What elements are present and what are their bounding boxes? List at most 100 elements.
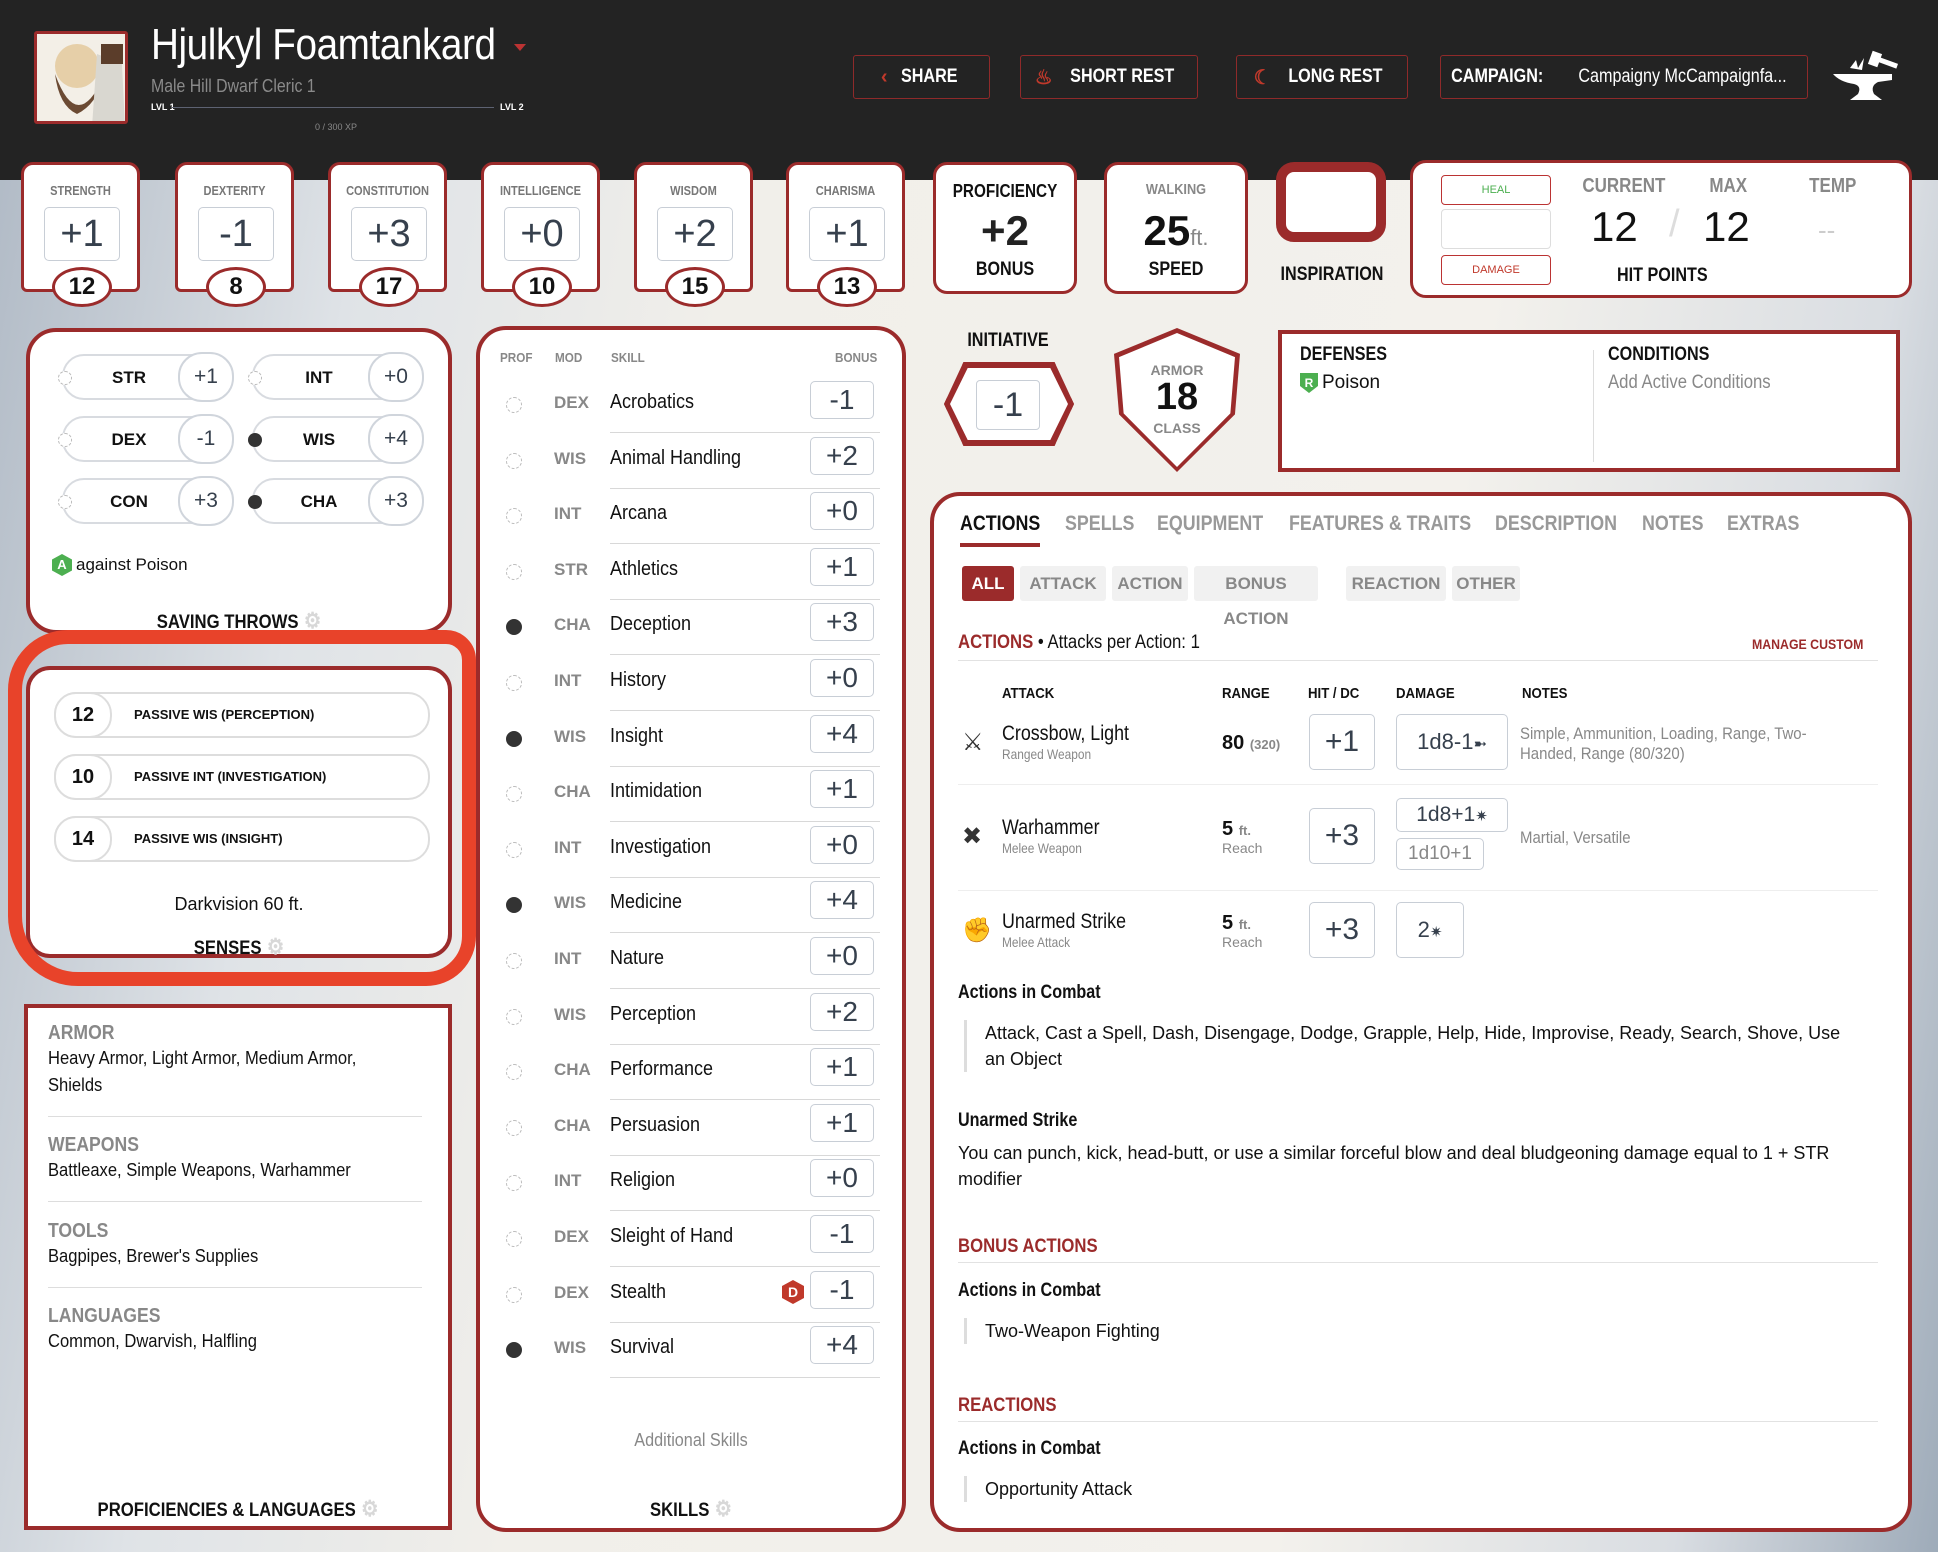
ability-strength[interactable]: STRENGTH +1 12 — [21, 162, 140, 307]
armor-class-shield[interactable]: ARMOR 18 CLASS — [1114, 328, 1240, 472]
heal-button[interactable]: HEAL — [1441, 175, 1551, 205]
skill-row[interactable]: WIS Animal Handling +2 — [496, 436, 880, 492]
bonus-action-item[interactable]: Two-Weapon Fighting — [964, 1318, 1160, 1344]
skill-bonus-button[interactable]: +2 — [810, 436, 874, 475]
skill-row[interactable]: DEX Stealth -1 — [496, 1270, 880, 1326]
ability-constitution[interactable]: CONSTITUTION +3 17 — [328, 162, 447, 307]
filter-other[interactable]: OTHER — [1452, 566, 1520, 601]
gear-icon[interactable]: ⚙ — [361, 1496, 378, 1521]
attack-hit-button[interactable]: +1 — [1309, 714, 1375, 770]
skill-bonus-button[interactable]: +0 — [810, 492, 874, 531]
share-button[interactable]: ‹ SHARE — [853, 55, 990, 99]
chevron-down-icon[interactable] — [514, 44, 526, 51]
skill-bonus-button[interactable]: +1 — [810, 1048, 874, 1087]
skill-row[interactable]: WIS Insight +4 — [496, 714, 880, 770]
tab-actions[interactable]: ACTIONS — [960, 512, 1040, 536]
saving-throw-cha[interactable]: CHA +3 — [248, 476, 424, 526]
skill-bonus-button[interactable]: +4 — [810, 1326, 874, 1365]
skill-name[interactable]: Perception — [610, 1003, 696, 1026]
initiative-value[interactable]: -1 — [976, 380, 1040, 430]
skill-name[interactable]: Athletics — [610, 558, 678, 581]
skill-name[interactable]: Animal Handling — [610, 447, 741, 470]
short-rest-button[interactable]: ♨ SHORT REST — [1020, 55, 1198, 99]
skill-bonus-button[interactable]: +0 — [810, 825, 874, 864]
tab-features-traits[interactable]: FEATURES & TRAITS — [1289, 512, 1471, 536]
skill-bonus-button[interactable]: +0 — [810, 1159, 874, 1198]
skill-row[interactable]: CHA Performance +1 — [496, 1048, 880, 1103]
speed-box[interactable]: WALKING 25ft. SPEED — [1104, 162, 1248, 294]
anvil-logo-icon[interactable] — [1830, 50, 1900, 110]
skill-row[interactable]: WIS Medicine +4 — [496, 881, 880, 936]
inspiration-toggle[interactable] — [1276, 162, 1386, 242]
skill-bonus-button[interactable]: +1 — [810, 770, 874, 809]
skill-name[interactable]: Persuasion — [610, 1114, 700, 1137]
attack-name[interactable]: Crossbow, Light — [1002, 722, 1129, 746]
attack-hit-button[interactable]: +3 — [1309, 902, 1375, 958]
skill-row[interactable]: CHA Deception +3 — [496, 603, 880, 658]
skill-name[interactable]: Medicine — [610, 891, 682, 914]
additional-skills-link[interactable]: Additional Skills — [498, 1430, 885, 1451]
tab-description[interactable]: DESCRIPTION — [1495, 512, 1617, 536]
skill-name[interactable]: History — [610, 669, 666, 692]
saving-throw-str[interactable]: STR +1 — [58, 352, 234, 402]
skill-row[interactable]: CHA Persuasion +1 — [496, 1103, 880, 1159]
saving-throw-dex[interactable]: DEX -1 — [58, 414, 234, 464]
skill-row[interactable]: INT Investigation +0 — [496, 825, 880, 881]
actions-in-combat-list[interactable]: Attack, Cast a Spell, Dash, Disengage, D… — [964, 1020, 1864, 1072]
attack-name[interactable]: Warhammer — [1002, 816, 1100, 840]
skill-name[interactable]: Arcana — [610, 502, 667, 525]
filter-action[interactable]: ACTION — [1112, 566, 1188, 601]
hp-change-input[interactable] — [1441, 209, 1551, 249]
skill-name[interactable]: Religion — [610, 1169, 675, 1192]
skill-bonus-button[interactable]: -1 — [810, 381, 874, 419]
gear-icon[interactable]: ⚙ — [304, 608, 321, 633]
filter-reaction[interactable]: REACTION — [1346, 566, 1446, 601]
defense-item[interactable]: R Poison — [1300, 372, 1380, 394]
ability-dexterity[interactable]: DEXTERITY -1 8 — [175, 162, 294, 307]
saving-throw-wis[interactable]: WIS +4 — [248, 414, 424, 464]
saving-throw-int[interactable]: INT +0 — [248, 352, 424, 402]
skill-row[interactable]: INT Religion +0 — [496, 1159, 880, 1214]
ability-wisdom[interactable]: WISDOM +2 15 — [634, 162, 753, 307]
character-avatar[interactable] — [34, 31, 128, 124]
skill-bonus-button[interactable]: +0 — [810, 937, 874, 975]
attack-hit-button[interactable]: +3 — [1309, 808, 1375, 864]
skill-bonus-button[interactable]: +0 — [810, 659, 874, 697]
skills-title[interactable]: SKILLS ⚙ — [502, 1496, 880, 1522]
hp-temp[interactable]: -- — [1818, 215, 1835, 246]
skill-bonus-button[interactable]: +1 — [810, 547, 874, 586]
ability-intelligence[interactable]: INTELLIGENCE +0 10 — [481, 162, 600, 307]
skill-name[interactable]: Stealth — [610, 1281, 666, 1304]
skill-row[interactable]: CHA Intimidation +1 — [496, 770, 880, 825]
skill-bonus-button[interactable]: -1 — [810, 1215, 874, 1253]
skill-name[interactable]: Intimidation — [610, 780, 702, 803]
skill-name[interactable]: Acrobatics — [610, 391, 694, 414]
tab-notes[interactable]: NOTES — [1642, 512, 1703, 536]
skill-name[interactable]: Investigation — [610, 836, 711, 859]
attack-name[interactable]: Unarmed Strike — [1002, 910, 1126, 934]
tab-extras[interactable]: EXTRAS — [1727, 512, 1799, 536]
skill-row[interactable]: INT Nature +0 — [496, 937, 880, 992]
saving-throw-con[interactable]: CON +3 — [58, 476, 234, 526]
tab-spells[interactable]: SPELLS — [1065, 512, 1134, 536]
gear-icon[interactable]: ⚙ — [267, 934, 284, 959]
proficiencies-title[interactable]: PROFICIENCIES & LANGUAGES ⚙ — [50, 1496, 427, 1522]
attack-damage-button[interactable]: 1d8-1➼ — [1396, 714, 1508, 770]
skill-bonus-button[interactable]: +4 — [810, 714, 874, 753]
senses-title[interactable]: SENSES ⚙ — [55, 934, 423, 960]
ability-charisma[interactable]: CHARISMA +1 13 — [786, 162, 905, 307]
skill-row[interactable]: WIS Survival +4 — [496, 1326, 880, 1381]
filter-bonus-action[interactable]: BONUS ACTION — [1194, 566, 1318, 628]
filter-attack[interactable]: ATTACK — [1020, 566, 1106, 601]
saving-throws-title[interactable]: SAVING THROWS ⚙ — [55, 608, 423, 634]
long-rest-button[interactable]: ☾ LONG REST — [1236, 55, 1408, 99]
skill-row[interactable]: INT Arcana +0 — [496, 492, 880, 547]
attack-damage-button[interactable]: 1d8+1✷ — [1396, 798, 1508, 832]
campaign-button[interactable]: CAMPAIGN: Campaigny McCampaignfa... — [1440, 55, 1808, 99]
skill-name[interactable]: Performance — [610, 1058, 713, 1081]
skill-bonus-button[interactable]: +1 — [810, 1103, 874, 1142]
skill-row[interactable]: STR Athletics +1 — [496, 547, 880, 603]
hp-current[interactable]: 12 — [1591, 203, 1638, 251]
damage-button[interactable]: DAMAGE — [1441, 255, 1551, 285]
skill-name[interactable]: Survival — [610, 1336, 674, 1359]
